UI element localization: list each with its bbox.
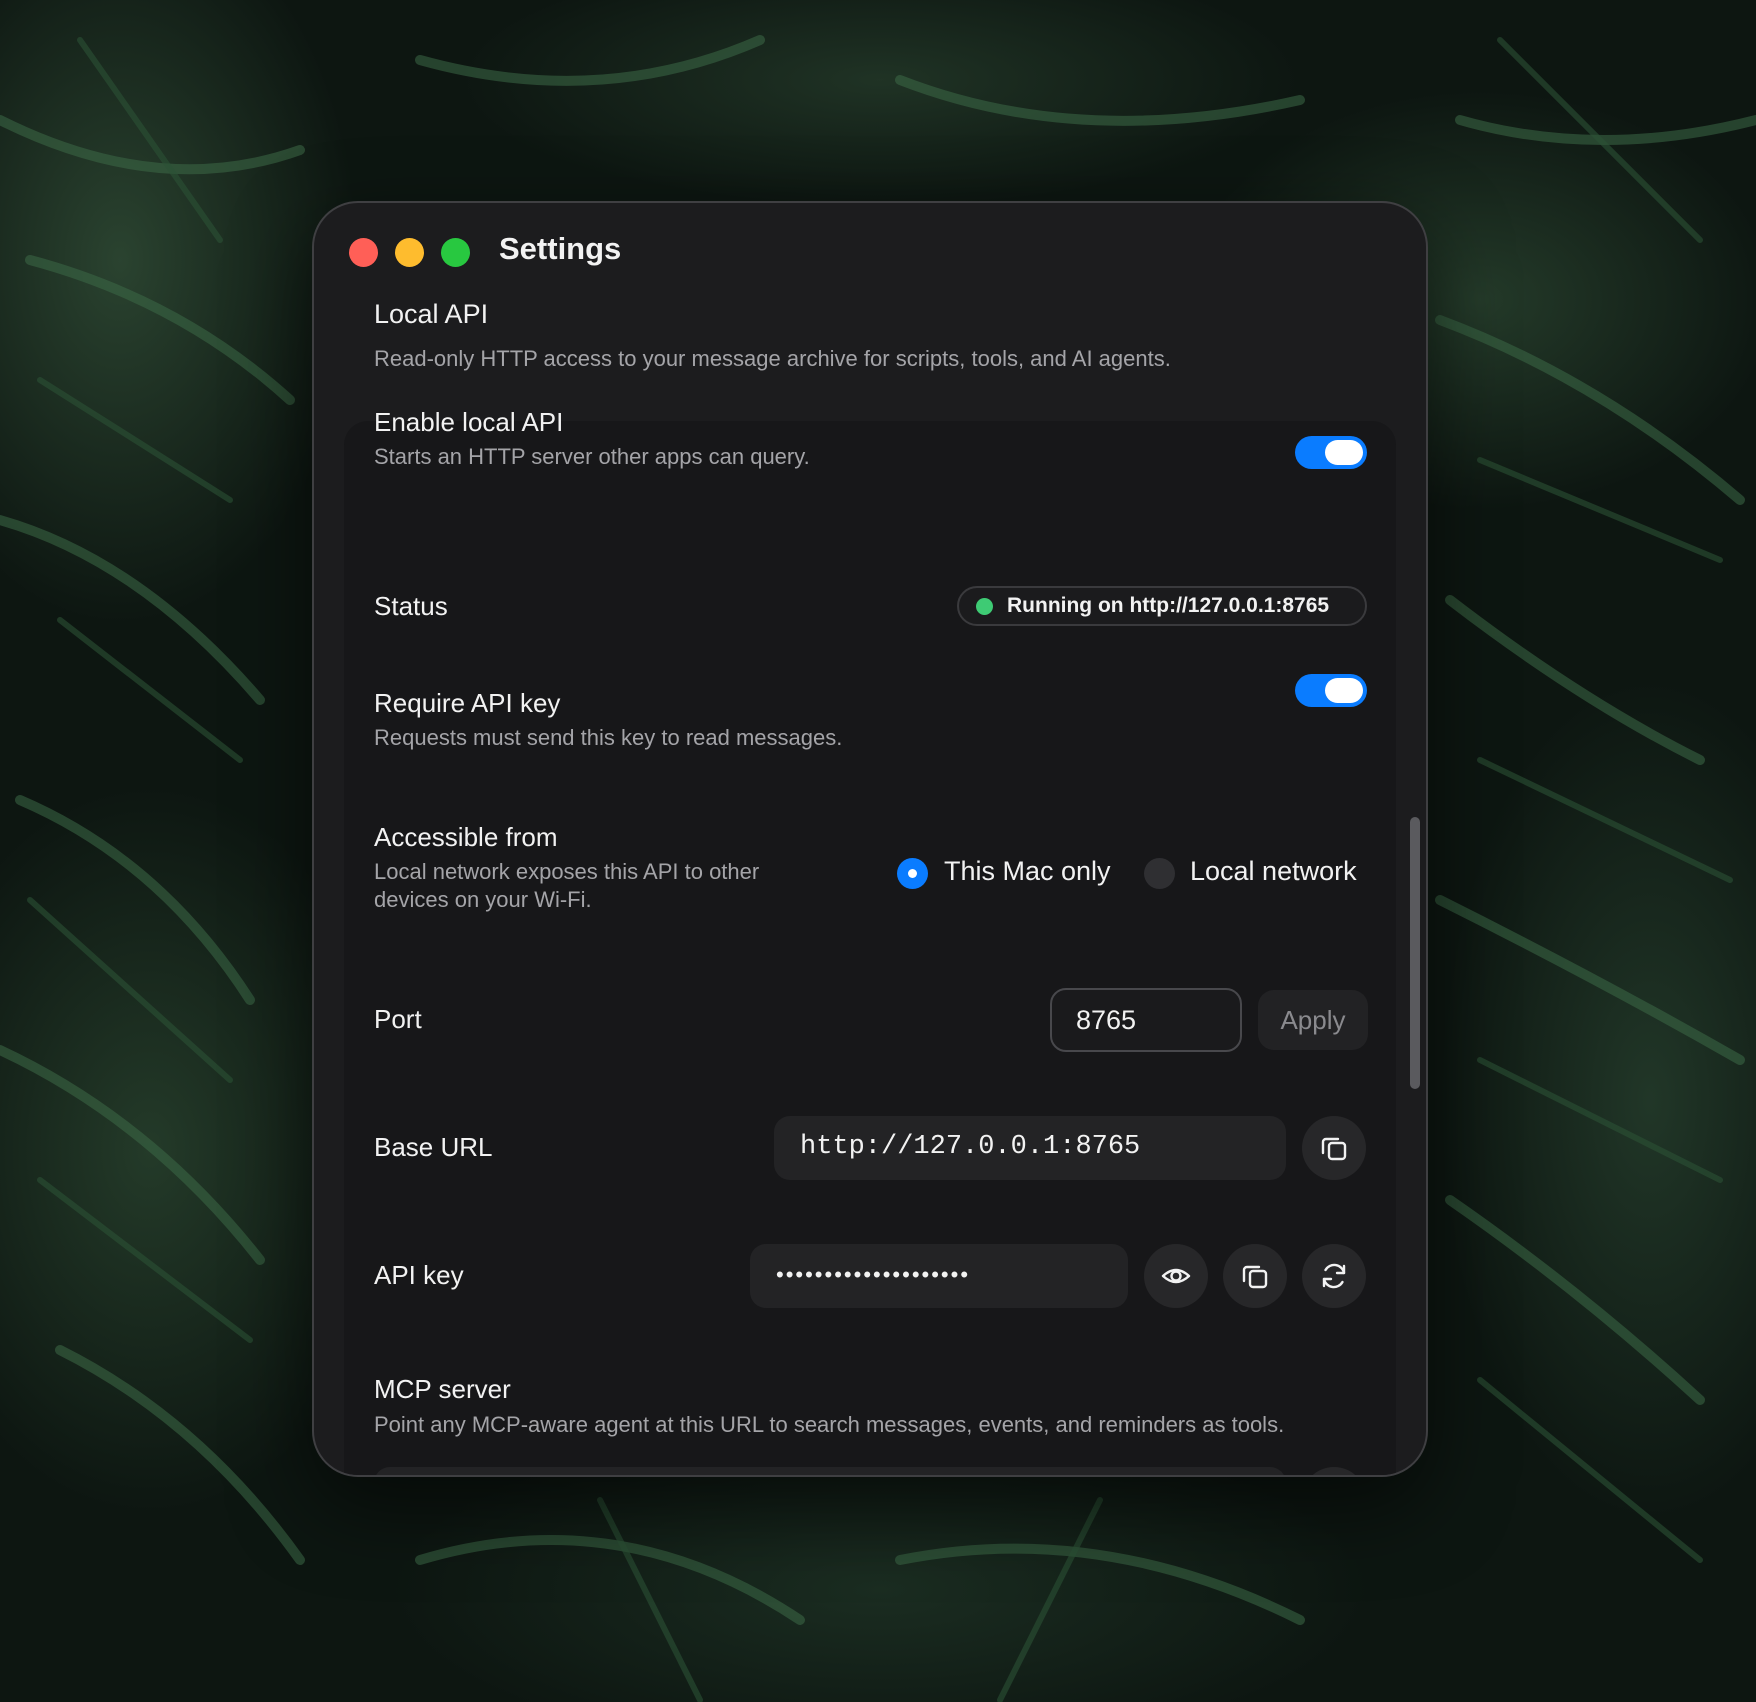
enable-api-description: Starts an HTTP server other apps can que… [374,444,810,469]
status-badge: Running on http://127.0.0.1:8765 [957,586,1367,626]
api-key-field[interactable]: •••••••••••••••••••• [750,1244,1128,1308]
close-window-button[interactable] [349,238,378,267]
radio-this-mac-only[interactable] [897,858,928,889]
minimize-window-button[interactable] [395,238,424,267]
settings-window: Settings Local API Read-only HTTP access… [312,201,1428,1477]
mcp-url-field[interactable] [374,1467,1286,1475]
apply-button[interactable]: Apply [1258,990,1368,1050]
settings-card [344,421,1396,1475]
section-title: Local API [374,299,489,329]
base-url-field[interactable]: http://127.0.0.1:8765 [774,1116,1286,1180]
mcp-server-label: MCP server [374,1374,511,1404]
status-text: Running on http://127.0.0.1:8765 [1007,594,1330,617]
scrollbar[interactable] [1410,817,1420,1089]
mcp-server-description: Point any MCP-aware agent at this URL to… [374,1412,1285,1437]
section-description: Read-only HTTP access to your message ar… [374,346,1171,371]
base-url-label: Base URL [374,1132,493,1162]
window-title: Settings [499,231,622,266]
radio-local-network[interactable] [1144,858,1175,889]
port-label: Port [374,1004,422,1034]
accessible-from-label: Accessible from [374,822,558,852]
enable-api-label: Enable local API [374,407,564,437]
api-key-label: API key [374,1260,464,1290]
refresh-icon [1322,1263,1346,1289]
toggle-knob [1325,678,1363,703]
toggle-knob [1325,440,1363,465]
require-key-label: Require API key [374,688,561,718]
status-label: Status [374,591,448,621]
copy-base-url-button[interactable] [1302,1116,1366,1180]
enable-api-toggle[interactable] [1295,436,1367,469]
regenerate-key-button[interactable] [1302,1244,1366,1308]
eye-icon [1161,1268,1191,1284]
require-key-description: Requests must send this key to read mess… [374,725,843,750]
copy-icon [1242,1265,1268,1289]
radio-label-local-network[interactable]: Local network [1190,856,1357,887]
port-input[interactable]: 8765 [1050,988,1242,1052]
copy-key-button[interactable] [1223,1244,1287,1308]
zoom-window-button[interactable] [441,238,470,267]
radio-label-this-mac-only[interactable]: This Mac only [944,856,1111,887]
reveal-key-button[interactable] [1144,1244,1208,1308]
require-key-toggle[interactable] [1295,674,1367,707]
status-dot-icon [976,598,993,615]
accessible-from-description: Local network exposes this API to other … [374,859,760,912]
copy-icon [1321,1137,1347,1161]
